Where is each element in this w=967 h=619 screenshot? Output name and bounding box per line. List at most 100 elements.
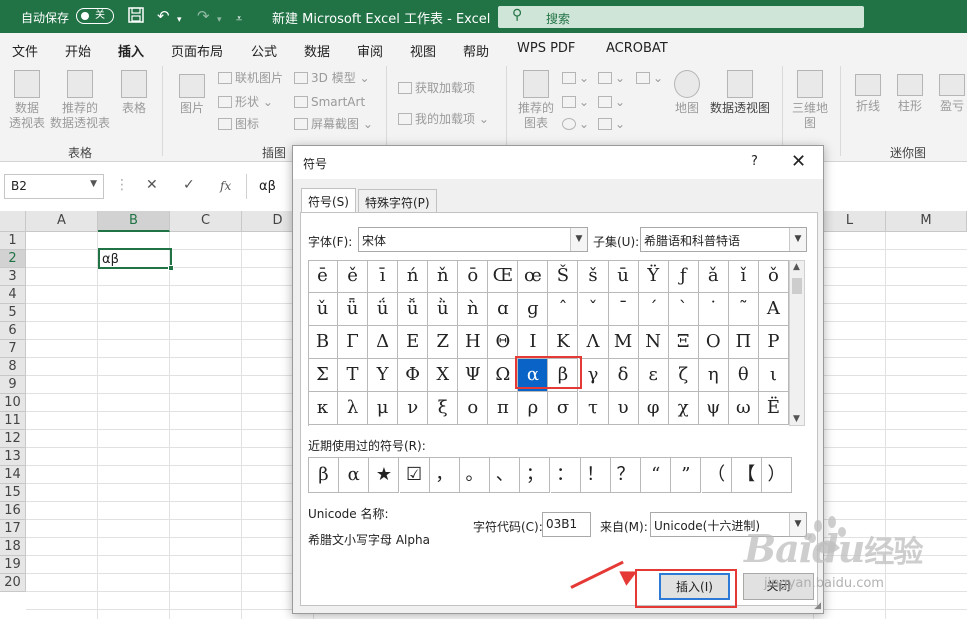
symbol-cell[interactable]: Α [758, 293, 789, 326]
symbol-cell[interactable]: ρ [518, 392, 549, 425]
symbol-cell[interactable]: ń [398, 260, 429, 293]
symbol-cell[interactable]: τ [578, 392, 609, 425]
row-header-8[interactable]: 8 [0, 358, 26, 376]
symbol-cell[interactable]: Χ [428, 359, 459, 392]
symbol-cell[interactable]: ū [608, 260, 639, 293]
symbol-cell[interactable]: ψ [698, 392, 729, 425]
tab-insert[interactable]: 插入 [118, 41, 145, 67]
tab-acrobat[interactable]: ACROBAT [606, 41, 668, 56]
symbol-cell[interactable]: ǒ [758, 260, 789, 293]
symbol-cell[interactable]: Ε [398, 326, 429, 359]
symbol-cell[interactable]: Ψ [458, 359, 489, 392]
table-button[interactable]: 表格 [116, 70, 152, 116]
symbol-cell[interactable]: ˆ [548, 293, 579, 326]
pivot-chart-button[interactable]: 数据透视图 [706, 70, 774, 116]
save-icon[interactable] [128, 7, 144, 27]
symbol-cell[interactable]: ο [458, 392, 489, 425]
line-chart-button[interactable]: ⌄ [562, 95, 589, 109]
symbol-cell[interactable]: Δ [368, 326, 399, 359]
row-header-1[interactable]: 1 [0, 232, 26, 250]
column-header-b[interactable]: B [98, 211, 170, 232]
symbol-cell[interactable]: ˊ [638, 293, 669, 326]
symbol-cell[interactable]: ν [398, 392, 429, 425]
insert-function-icon[interactable]: fx [220, 179, 231, 193]
row-header-17[interactable]: 17 [0, 520, 26, 538]
symbol-cell[interactable]: Λ [578, 326, 609, 359]
symbol-cell[interactable]: θ [728, 359, 759, 392]
symbol-cell[interactable]: œ [518, 260, 549, 293]
pivot-table-button[interactable]: 数据 透视表 [8, 70, 46, 131]
tab-review[interactable]: 审阅 [357, 41, 383, 60]
symbol-cell[interactable]: π [488, 392, 519, 425]
redo-icon[interactable]: ↷ [197, 7, 210, 25]
get-addins-button[interactable]: 获取加载项 [398, 81, 475, 95]
symbol-cell[interactable]: ˙ [698, 293, 729, 326]
symbol-cell[interactable]: μ [368, 392, 399, 425]
symbol-cell[interactable]: ω [728, 392, 759, 425]
symbol-grid-scrollbar[interactable]: ▲ ▼ [789, 260, 805, 426]
symbol-cell[interactable]: Σ [308, 359, 338, 392]
customize-icon[interactable]: ⩡ [236, 10, 242, 28]
pie-chart-button[interactable]: ⌄ [562, 117, 589, 131]
recent-symbol-cell[interactable]: 。 [460, 458, 490, 493]
chevron-down-icon[interactable]: ▼ [90, 179, 97, 189]
recent-symbol-cell[interactable]: （ [701, 458, 732, 493]
recent-symbol-cell[interactable]: ； [520, 458, 551, 493]
symbol-cell[interactable]: ǔ [308, 293, 338, 326]
tab-wps-pdf[interactable]: WPS PDF [517, 41, 575, 56]
symbol-cell[interactable]: ˉ [608, 293, 639, 326]
recent-symbol-cell[interactable]: ， [429, 458, 460, 493]
symbol-cell[interactable]: Τ [338, 359, 369, 392]
symbol-cell[interactable]: Š [548, 260, 579, 293]
row-header-5[interactable]: 5 [0, 304, 26, 322]
row-header-4[interactable]: 4 [0, 286, 26, 304]
tab-help[interactable]: 帮助 [463, 41, 489, 60]
tab-file[interactable]: 文件 [12, 41, 38, 60]
symbol-cell[interactable]: ō [458, 260, 489, 293]
row-header-2[interactable]: 2 [0, 250, 26, 268]
tab-page-layout[interactable]: 页面布局 [171, 41, 223, 60]
formula-input[interactable]: αβ [259, 179, 276, 194]
cancel-icon[interactable]: ✕ [146, 177, 158, 193]
symbol-cell[interactable]: ξ [428, 392, 459, 425]
symbol-cell[interactable]: Β [308, 326, 338, 359]
symbol-cell[interactable]: ι [758, 359, 789, 392]
column-header-m[interactable]: M [886, 211, 967, 232]
column-header-c[interactable]: C [170, 211, 242, 232]
symbol-cell[interactable]: ī [368, 260, 399, 293]
symbol-cell[interactable]: λ [338, 392, 369, 425]
undo-dropdown-icon[interactable]: ▾ [177, 11, 182, 29]
icons-button[interactable]: 图标 [218, 117, 259, 131]
tab-formulas[interactable]: 公式 [251, 41, 277, 60]
symbol-cell[interactable]: υ [608, 392, 639, 425]
3d-models-button[interactable]: 3D 模型 ⌄ [294, 71, 370, 85]
scatter-chart-button[interactable]: ⌄ [598, 117, 625, 131]
row-header-19[interactable]: 19 [0, 556, 26, 574]
symbol-cell[interactable]: Œ [488, 260, 519, 293]
symbol-cell[interactable]: ζ [668, 359, 699, 392]
row-header-6[interactable]: 6 [0, 322, 26, 340]
symbol-cell[interactable]: Φ [398, 359, 429, 392]
recent-symbol-cell[interactable]: 、 [490, 458, 521, 493]
symbol-cell[interactable]: ǜ [428, 293, 459, 326]
row-header-20[interactable]: 20 [0, 574, 26, 592]
symbol-cell[interactable]: ǐ [728, 260, 759, 293]
recent-symbol-cell[interactable]: 【 [731, 458, 762, 493]
pictures-button[interactable]: 图片 [174, 74, 210, 116]
symbol-cell[interactable]: γ [578, 359, 609, 392]
hierarchy-chart-button[interactable]: ⌄ [598, 71, 625, 85]
symbol-cell[interactable]: š [578, 260, 609, 293]
symbol-cell[interactable]: Μ [608, 326, 639, 359]
symbol-cell[interactable]: κ [308, 392, 338, 425]
recent-symbol-cell[interactable]: ？ [611, 458, 641, 493]
symbol-cell[interactable]: Ν [638, 326, 669, 359]
symbol-cell[interactable]: σ [548, 392, 579, 425]
chevron-down-icon[interactable]: ▼ [789, 228, 806, 251]
column-header-l[interactable]: L [814, 211, 886, 232]
recent-symbol-cell[interactable]: β [309, 458, 339, 493]
symbol-cell[interactable]: Κ [548, 326, 579, 359]
close-icon[interactable]: ✕ [791, 151, 806, 172]
row-header-18[interactable]: 18 [0, 538, 26, 556]
my-addins-button[interactable]: 我的加载项 ⌄ [398, 112, 489, 126]
row-header-16[interactable]: 16 [0, 502, 26, 520]
